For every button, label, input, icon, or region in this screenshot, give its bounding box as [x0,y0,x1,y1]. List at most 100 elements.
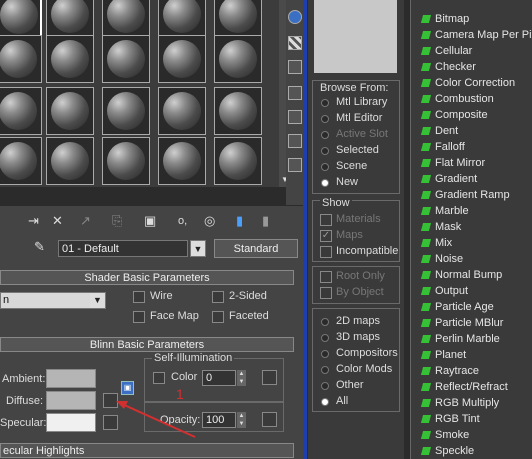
filter-2d-maps-label: 2D maps [336,315,381,327]
map-name: Dent [435,125,459,137]
browse-radio-scene[interactable] [321,163,329,171]
map-list-item[interactable]: Bitmap [411,11,532,27]
browse-active-slot-label: Active Slot [336,128,388,140]
filter-radio-other[interactable] [321,382,329,390]
map-icon [420,303,432,311]
map-list-item[interactable]: Combustion [411,91,532,107]
map-icon [420,399,432,407]
browse-mtl-library-label: Mtl Library [336,96,388,108]
map-list-item[interactable]: Particle Age [411,299,532,315]
map-list-item[interactable]: Dent [411,123,532,139]
map-list-item[interactable]: Camera Map Per Pixel [411,27,532,43]
map-name: Camera Map Per Pixel [435,29,532,41]
map-icon [420,143,432,151]
map-icon [420,95,432,103]
map-type-list[interactable]: Bitmap Camera Map Per Pixel Cellular Checke… [410,0,532,459]
map-name: Falloff [435,141,465,153]
map-icon [420,63,432,71]
map-icon [420,79,432,87]
browse-mtl-editor-label: Mtl Editor [336,112,383,124]
filter-radio-compositors[interactable] [321,350,329,358]
browse-scene-label: Scene [336,160,368,172]
browse-radio-active-slot[interactable] [321,131,329,139]
map-icon [420,431,432,439]
map-list-item[interactable]: Raytrace [411,363,532,379]
map-name: Normal Bump [435,269,503,281]
map-name: Perlin Marble [435,333,500,345]
map-list-item[interactable]: Gradient [411,171,532,187]
filter-all-label: All [336,395,349,407]
map-name: Particle Age [435,301,494,313]
map-name: Marble [435,205,469,217]
map-list-item[interactable]: Flat Mirror [411,155,532,171]
map-list-item[interactable]: Mask [411,219,532,235]
map-name: Cellular [435,45,473,57]
map-icon [420,175,432,183]
map-icon [420,255,432,263]
filter-radio-2d-maps[interactable] [321,318,329,326]
show-title: Show [320,197,352,209]
map-icon [420,31,432,39]
show-materials-label: Materials [336,213,381,225]
filter-radio-color-mods[interactable] [321,366,329,374]
show-materials-checkbox[interactable] [320,214,332,226]
show-incompatible-label: Incompatible [336,245,399,257]
map-list-item[interactable]: Perlin Marble [411,331,532,347]
map-icon [420,207,432,215]
browse-radio-selected[interactable] [321,147,329,155]
map-list-item[interactable]: Composite [411,107,532,123]
map-icon [420,383,432,391]
panel-separator [303,0,307,459]
map-icon [420,287,432,295]
map-list-item[interactable]: Smoke [411,427,532,443]
browse-radio-mtl-editor[interactable] [321,115,329,123]
map-list-item[interactable]: Particle MBlur [411,315,532,331]
map-icon [420,159,432,167]
map-icon [420,367,432,375]
map-list-item[interactable]: RGB Tint [411,411,532,427]
map-list-item[interactable]: Output [411,283,532,299]
map-list-item[interactable]: RGB Multiply [411,395,532,411]
filter-radio-3d-maps[interactable] [321,334,329,342]
map-name: Gradient Ramp [435,189,510,201]
map-list-item[interactable]: Falloff [411,139,532,155]
map-list-item[interactable]: Color Correction [411,75,532,91]
annotation-arrow-diffuse [121,403,196,438]
map-icon [420,47,432,55]
map-name: Planet [435,349,467,361]
map-icon [420,351,432,359]
browse-radio-new[interactable] [321,179,329,187]
root-only-checkbox[interactable] [320,271,332,283]
map-name: Smoke [435,429,470,441]
map-list-item[interactable]: Marble [411,203,532,219]
show-maps-checkbox[interactable]: ✓ [320,230,332,242]
map-list-item[interactable]: Planet [411,347,532,363]
map-name: RGB Multiply [435,397,500,409]
show-incompatible-checkbox[interactable] [320,246,332,258]
map-name: Raytrace [435,365,480,377]
map-icon [420,111,432,119]
map-list-item[interactable]: Reflect/Refract [411,379,532,395]
filter-other-label: Other [336,379,364,391]
map-list-item[interactable]: Checker [411,59,532,75]
map-icon [420,271,432,279]
map-list-item[interactable]: Mix [411,235,532,251]
map-name: Flat Mirror [435,157,486,169]
map-name: Combustion [435,93,494,105]
map-list-item[interactable]: Normal Bump [411,267,532,283]
map-icon [420,223,432,231]
map-icon [420,127,432,135]
map-name: Color Correction [435,77,516,89]
map-icon [420,239,432,247]
map-list-item[interactable]: Gradient Ramp [411,187,532,203]
browse-radio-mtl-library[interactable] [321,99,329,107]
map-list-item[interactable]: Cellular [411,43,532,59]
by-object-checkbox[interactable] [320,287,332,299]
filter-color-mods-label: Color Mods [336,363,393,375]
map-icon [420,319,432,327]
map-name: Composite [435,109,488,121]
map-list-item[interactable]: Speckle [411,443,532,459]
filter-radio-all[interactable] [321,398,329,406]
browser-options-panel: Browse From: Mtl Library Mtl Editor Acti… [308,0,404,459]
map-list-item[interactable]: Noise [411,251,532,267]
